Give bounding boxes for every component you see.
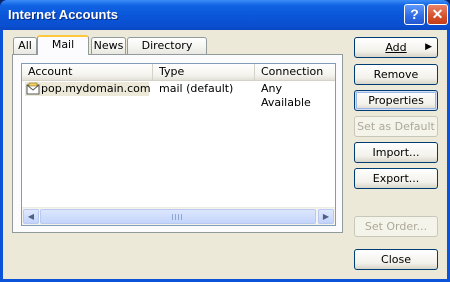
accounts-list[interactable]: Account Type Connection pop.mydomain.com… [21,63,336,226]
scroll-thumb[interactable] [40,209,316,224]
import-button[interactable]: Import... [354,142,438,163]
title-bar[interactable]: Internet Accounts ? ✕ [0,0,450,30]
scroll-left-icon[interactable]: ◀ [23,209,39,224]
help-button[interactable]: ? [404,4,425,25]
column-header-account[interactable]: Account [22,64,153,80]
add-button-label: Add [385,41,407,54]
account-type: mail (default) [159,82,234,95]
close-button[interactable]: Close [354,249,438,270]
scroll-grip-icon [172,214,184,220]
account-cell[interactable]: pop.mydomain.com [25,82,151,96]
set-as-default-button: Set as Default [354,116,438,137]
scroll-right-icon[interactable]: ▶ [318,209,334,224]
tab-panel: Account Type Connection pop.mydomain.com… [12,54,343,233]
set-order-button: Set Order... [354,216,438,237]
add-button[interactable]: Add ▶ [354,37,438,58]
horizontal-scrollbar[interactable]: ◀ ▶ [22,207,335,225]
remove-button[interactable]: Remove [354,64,438,85]
list-header: Account Type Connection [22,64,335,81]
dialog-body: All Mail News Directory Service Account … [3,30,447,279]
add-menu-arrow-icon: ▶ [425,42,432,52]
tab-mail[interactable]: Mail [37,35,89,55]
list-item[interactable]: pop.mydomain.com mail (default) Any Avai… [22,81,335,109]
account-connection: Any Available [261,82,311,109]
tab-all[interactable]: All [13,37,37,54]
close-window-button[interactable]: ✕ [427,4,448,25]
window-title: Internet Accounts [8,7,119,22]
account-name: pop.mydomain.com [41,82,151,95]
internet-accounts-window: Internet Accounts ? ✕ All Mail News Dire… [0,0,450,282]
mail-account-icon [26,82,40,95]
tab-directory-service[interactable]: Directory Service [127,37,207,68]
column-header-connection[interactable]: Connection [255,64,335,80]
properties-button[interactable]: Properties [354,90,438,111]
export-button[interactable]: Export... [354,168,438,189]
column-header-type[interactable]: Type [153,64,255,80]
tab-news[interactable]: News [91,37,126,54]
